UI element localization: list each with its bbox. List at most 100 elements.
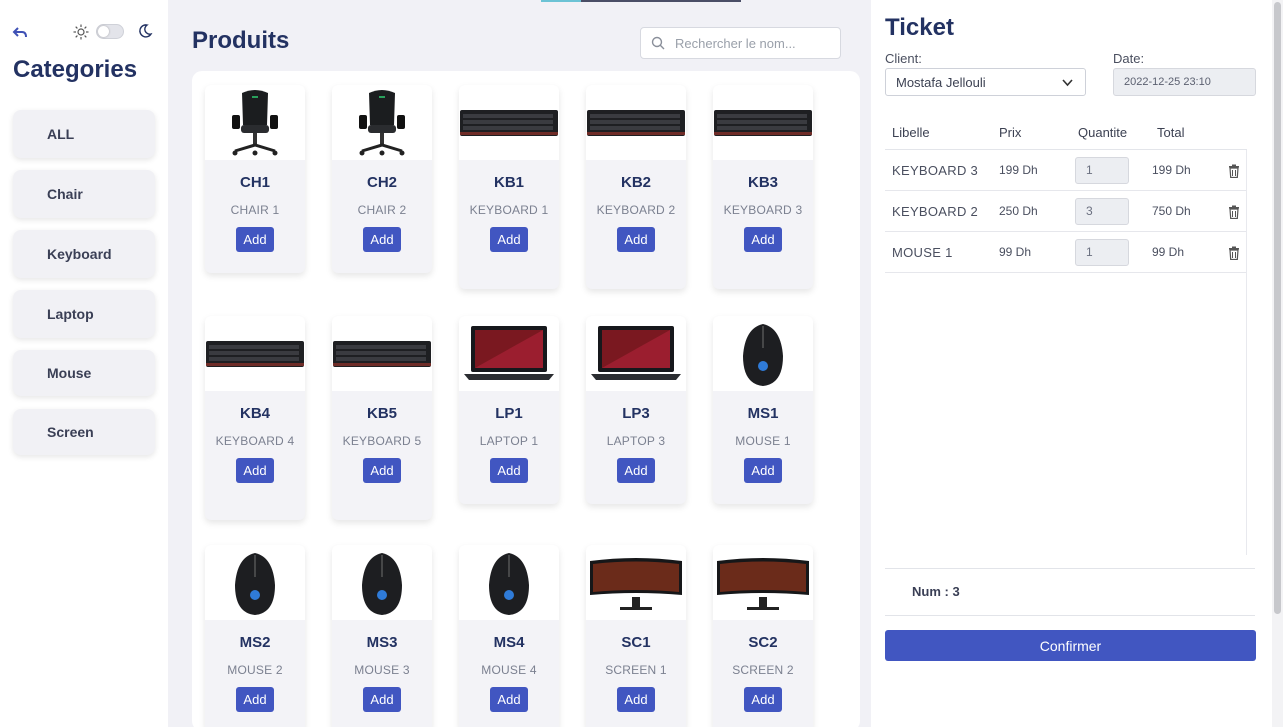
add-button[interactable]: Add — [363, 687, 401, 712]
product-code: LP1 — [495, 405, 523, 422]
keyboard-image — [205, 316, 305, 391]
row-prix: 99 Dh — [999, 245, 1032, 259]
product-card-ms2: MS2 MOUSE 2 Add — [205, 545, 305, 727]
category-screen[interactable]: Screen — [13, 409, 155, 455]
search-icon — [651, 36, 665, 50]
product-name: MOUSE 3 — [354, 663, 410, 677]
laptop-image — [586, 316, 686, 391]
category-keyboard[interactable]: Keyboard — [13, 230, 155, 278]
product-card-ms4: MS4 MOUSE 4 Add — [459, 545, 559, 727]
chair-image — [205, 85, 305, 160]
product-code: KB3 — [747, 174, 778, 191]
item-count: Num : 3 — [912, 584, 960, 599]
product-code: CH2 — [366, 174, 397, 191]
search-input[interactable] — [675, 35, 835, 51]
add-button[interactable]: Add — [236, 687, 274, 712]
add-button[interactable]: Add — [363, 458, 401, 483]
product-name: KEYBOARD 3 — [723, 203, 803, 217]
confirm-button[interactable]: Confirmer — [885, 630, 1256, 661]
row-total: 99 Dh — [1152, 245, 1185, 259]
trash-icon[interactable] — [1228, 164, 1240, 178]
add-button[interactable]: Add — [744, 687, 782, 712]
divider — [885, 568, 1255, 569]
chevron-down-icon — [1062, 79, 1073, 87]
ticket-table-body: KEYBOARD 3 199 Dh 1 199 Dh KEYBOARD 2 250 Dh 3… — [885, 150, 1247, 555]
product-code: KB2 — [620, 174, 651, 191]
screen-image — [586, 545, 686, 620]
ticket-row: KEYBOARD 2 250 Dh 3 750 Dh — [885, 191, 1246, 232]
header-total: Total — [1157, 125, 1185, 140]
client-select[interactable]: Mostafa Jellouli — [885, 68, 1086, 96]
product-code: LP3 — [622, 405, 650, 422]
add-button[interactable]: Add — [490, 227, 528, 252]
sun-icon — [73, 24, 89, 40]
product-code: KB5 — [366, 405, 397, 422]
date-field[interactable]: 2022-12-25 23:10 — [1113, 68, 1256, 96]
row-prix: 199 Dh — [999, 163, 1038, 177]
mouse-image — [459, 545, 559, 620]
product-name: KEYBOARD 4 — [215, 434, 295, 448]
product-code: MS2 — [239, 634, 271, 651]
chair-image — [332, 85, 432, 160]
mouse-image — [332, 545, 432, 620]
product-card-ms1: MS1 MOUSE 1 Add — [713, 316, 813, 504]
categories-title: Categories — [13, 56, 138, 83]
product-grid: CH1 CHAIR 1 Add CH2 CHAIR 2 Add KB1 KEYBOARD 1 A… — [192, 71, 860, 727]
keyboard-image — [713, 85, 813, 160]
ticket-panel: Ticket Client: Date: Mostafa Jellouli 20… — [871, 0, 1272, 727]
category-all[interactable]: ALL — [13, 110, 155, 158]
keyboard-image — [586, 85, 686, 160]
product-card-sc1: SC1 SCREEN 1 Add — [586, 545, 686, 727]
page-scrollbar[interactable] — [1272, 0, 1283, 727]
add-button[interactable]: Add — [617, 227, 655, 252]
ticket-row: MOUSE 1 99 Dh 1 99 Dh — [885, 232, 1246, 273]
add-button[interactable]: Add — [617, 687, 655, 712]
theme-toggle[interactable] — [96, 24, 124, 39]
screen-image — [713, 545, 813, 620]
category-chair[interactable]: Chair — [13, 170, 155, 218]
row-total: 750 Dh — [1152, 204, 1191, 218]
category-laptop[interactable]: Laptop — [13, 290, 155, 338]
row-total: 199 Dh — [1152, 163, 1191, 177]
divider — [885, 615, 1255, 616]
add-button[interactable]: Add — [617, 458, 655, 483]
quantity-input[interactable]: 1 — [1075, 157, 1129, 184]
scrollbar-thumb[interactable] — [1274, 2, 1281, 614]
add-button[interactable]: Add — [236, 458, 274, 483]
add-button[interactable]: Add — [236, 227, 274, 252]
top-accent-bar — [541, 0, 741, 2]
add-button[interactable]: Add — [490, 458, 528, 483]
products-panel: Produits CH1 CHAIR 1 Add CH2 CHAIR 2 Add KB1 KE… — [168, 0, 871, 727]
toggle-knob — [98, 26, 109, 37]
product-code: KB4 — [239, 405, 270, 422]
product-code: MS4 — [493, 634, 525, 651]
product-name: MOUSE 1 — [735, 434, 791, 448]
product-card-kb4: KB4 KEYBOARD 4 Add — [205, 316, 305, 520]
quantity-input[interactable]: 1 — [1075, 239, 1129, 266]
trash-icon[interactable] — [1228, 246, 1240, 260]
add-button[interactable]: Add — [744, 458, 782, 483]
product-name: KEYBOARD 5 — [342, 434, 422, 448]
mouse-image — [205, 545, 305, 620]
product-name: CHAIR 1 — [230, 203, 280, 217]
trash-icon[interactable] — [1228, 205, 1240, 219]
product-code: MS3 — [366, 634, 398, 651]
header-prix: Prix — [999, 125, 1022, 140]
product-card-kb5: KB5 KEYBOARD 5 Add — [332, 316, 432, 520]
product-card-ch2: CH2 CHAIR 2 Add — [332, 85, 432, 273]
product-name: SCREEN 2 — [732, 663, 794, 677]
category-mouse[interactable]: Mouse — [13, 350, 155, 396]
product-name: CHAIR 2 — [357, 203, 407, 217]
add-button[interactable]: Add — [744, 227, 782, 252]
moon-icon — [139, 24, 153, 38]
add-button[interactable]: Add — [490, 687, 528, 712]
header-libelle: Libelle — [892, 125, 930, 140]
add-button[interactable]: Add — [363, 227, 401, 252]
product-card-lp3: LP3 LAPTOP 3 Add — [586, 316, 686, 504]
product-card-ch1: CH1 CHAIR 1 Add — [205, 85, 305, 273]
quantity-input[interactable]: 3 — [1075, 198, 1129, 225]
product-code: MS1 — [747, 405, 779, 422]
search-box[interactable] — [640, 27, 841, 59]
back-arrow-icon[interactable] — [12, 26, 28, 40]
row-libelle: MOUSE 1 — [892, 245, 953, 260]
